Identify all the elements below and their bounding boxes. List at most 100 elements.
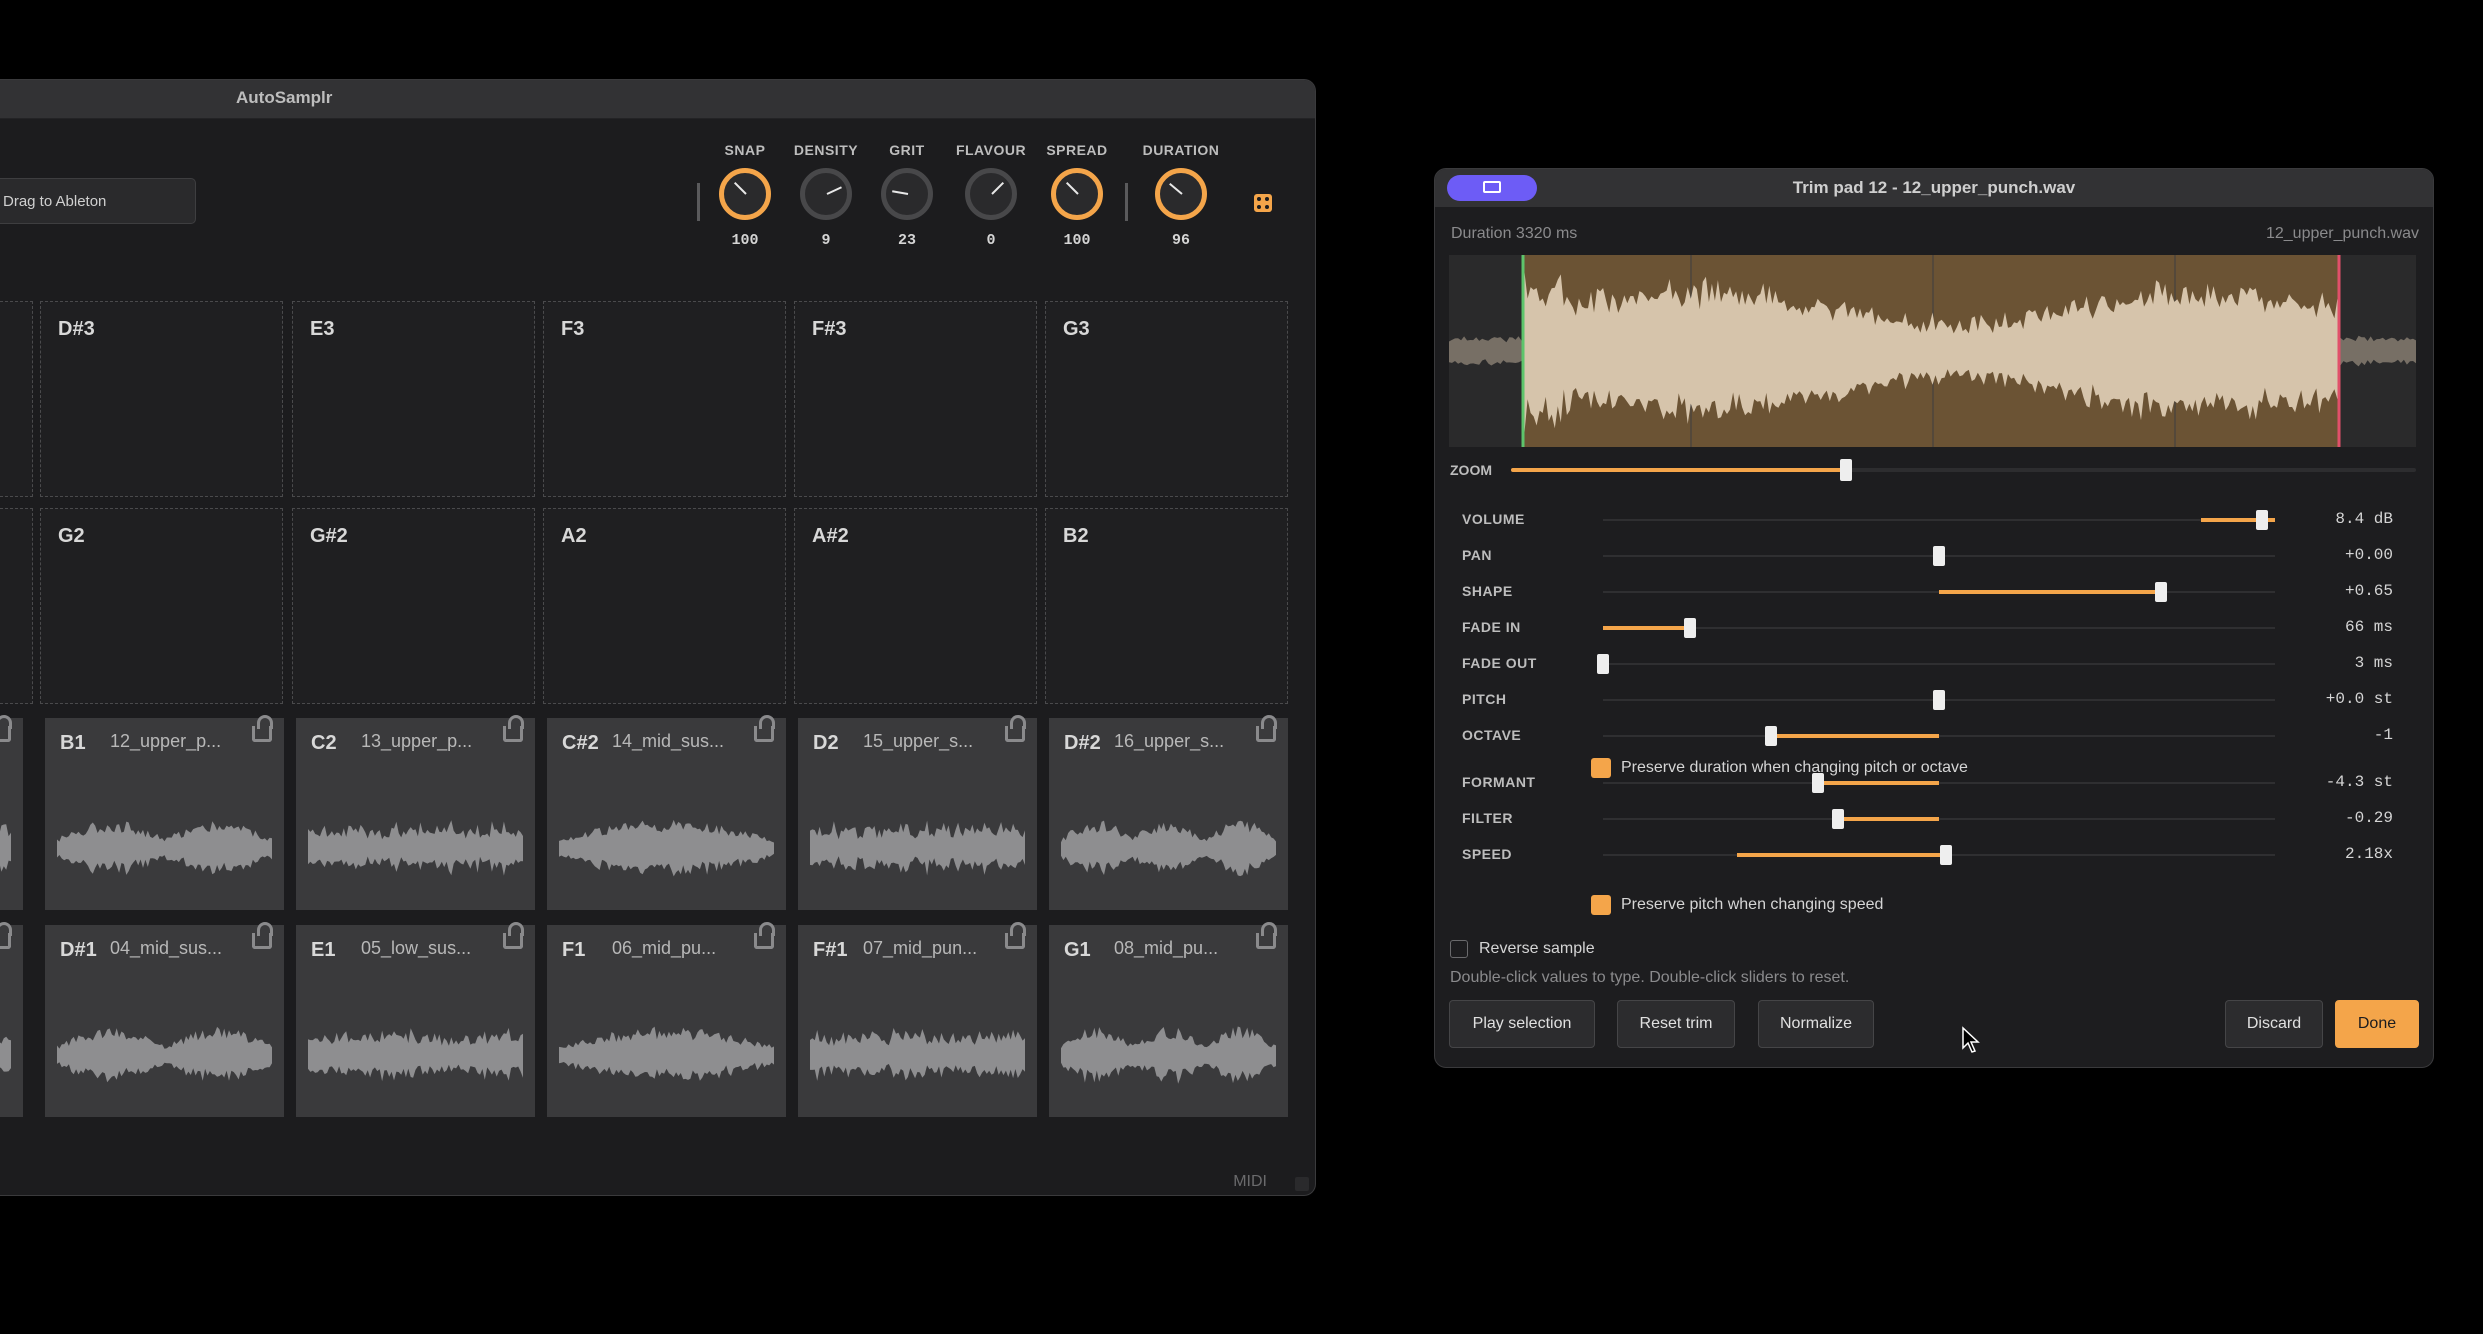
pad-b1[interactable]: B1 12_upper_p... [45, 715, 284, 910]
pad-c2[interactable]: C2 13_upper_p... [296, 715, 535, 910]
pad-empty[interactable] [0, 508, 33, 704]
pad-f1[interactable]: F1 06_mid_pu... [547, 922, 786, 1117]
pad-d#1[interactable]: D#1 04_mid_sus... [45, 922, 284, 1117]
param-value[interactable]: -0.29 [2345, 809, 2393, 827]
volume-slider[interactable] [1603, 510, 2275, 530]
flavour-knob[interactable] [965, 168, 1017, 220]
knob-value[interactable]: 0 [946, 232, 1036, 249]
slider-thumb[interactable] [1684, 618, 1697, 638]
normalize-button[interactable]: Normalize [1758, 1000, 1874, 1048]
param-value[interactable]: 66 ms [2345, 618, 2393, 636]
randomize-dice-icon[interactable] [1254, 194, 1272, 212]
pad-f#1[interactable]: F#1 07_mid_pun... [798, 922, 1037, 1117]
pad-e3[interactable]: E3 [292, 301, 535, 497]
pad-g2[interactable]: G2 [40, 508, 283, 704]
knob-value[interactable]: 96 [1136, 232, 1226, 249]
param-value[interactable]: 8.4 dB [2335, 510, 2393, 528]
param-value[interactable]: -4.3 st [2326, 773, 2393, 791]
knob-spread[interactable]: SPREAD 100 [1032, 142, 1122, 249]
snap-knob[interactable] [719, 168, 771, 220]
param-filter[interactable]: FILTER -0.29 [1435, 804, 2433, 834]
slider-thumb[interactable] [1939, 845, 1952, 865]
trim-titlebar[interactable]: Trim pad 12 - 12_upper_punch.wav [1435, 169, 2433, 207]
pad-g3[interactable]: G3 [1045, 301, 1288, 497]
reset-trim-button[interactable]: Reset trim [1617, 1000, 1735, 1048]
discard-button[interactable]: Discard [2225, 1000, 2323, 1048]
play-selection-button[interactable]: Play selection [1449, 1000, 1595, 1048]
fade-out-slider[interactable] [1597, 654, 2275, 674]
param-shape[interactable]: SHAPE +0.65 [1435, 577, 2433, 607]
knob-density[interactable]: DENSITY 9 [781, 142, 871, 249]
slider-thumb[interactable] [2154, 582, 2167, 602]
slider-thumb[interactable] [1812, 773, 1825, 793]
pad-filled-partial[interactable] [0, 922, 23, 1117]
param-pitch[interactable]: PITCH +0.0 st [1435, 685, 2433, 715]
done-button[interactable]: Done [2335, 1000, 2419, 1048]
lock-icon[interactable] [252, 922, 273, 949]
param-speed[interactable]: SPEED 2.18x [1435, 840, 2433, 870]
lock-icon[interactable] [1005, 922, 1026, 949]
resize-handle[interactable] [1295, 1177, 1309, 1191]
knob-flavour[interactable]: FLAVOUR 0 [946, 142, 1036, 249]
grit-knob[interactable] [881, 168, 933, 220]
knob-value[interactable]: 100 [1032, 232, 1122, 249]
lock-icon[interactable] [1256, 715, 1277, 742]
lock-icon[interactable] [1256, 922, 1277, 949]
knob-grit[interactable]: GRIT 23 [862, 142, 952, 249]
slider-thumb[interactable] [1933, 546, 1945, 566]
duration-knob[interactable] [1155, 168, 1207, 220]
shape-slider[interactable] [1603, 582, 2275, 602]
param-fade-out[interactable]: FADE OUT 3 ms [1435, 649, 2433, 679]
param-volume[interactable]: VOLUME 8.4 dB [1435, 505, 2433, 535]
pad-c#2[interactable]: C#2 14_mid_sus... [547, 715, 786, 910]
trim-waveform[interactable] [1449, 255, 2416, 447]
param-fade-in[interactable]: FADE IN 66 ms [1435, 613, 2433, 643]
pan-slider[interactable] [1603, 546, 2275, 566]
slider-thumb[interactable] [1597, 654, 1609, 674]
knob-duration[interactable]: DURATION 96 [1136, 142, 1226, 249]
pad-e1[interactable]: E1 05_low_sus... [296, 922, 535, 1117]
param-pan[interactable]: PAN +0.00 [1435, 541, 2433, 571]
pad-a#2[interactable]: A#2 [794, 508, 1037, 704]
zoom-thumb[interactable] [1839, 459, 1852, 481]
spread-knob[interactable] [1051, 168, 1103, 220]
param-value[interactable]: 3 ms [2355, 654, 2393, 672]
checkbox-checked[interactable] [1591, 895, 1611, 915]
filter-slider[interactable] [1603, 809, 2275, 829]
main-titlebar[interactable]: AutoSamplr [0, 80, 1315, 119]
knob-value[interactable]: 9 [781, 232, 871, 249]
lock-icon[interactable] [754, 922, 775, 949]
lock-icon[interactable] [1005, 715, 1026, 742]
slider-thumb[interactable] [2255, 510, 2268, 530]
waveform-display[interactable] [1449, 255, 2416, 447]
pitch-slider[interactable] [1603, 690, 2275, 710]
param-value[interactable]: +0.00 [2345, 546, 2393, 564]
param-value[interactable]: 2.18x [2345, 845, 2393, 863]
pad-empty[interactable] [0, 301, 33, 497]
pad-d#2[interactable]: D#2 16_upper_s... [1049, 715, 1288, 910]
pad-g1[interactable]: G1 08_mid_pu... [1049, 922, 1288, 1117]
slider-thumb[interactable] [1933, 690, 1945, 710]
param-value[interactable]: -1 [2374, 726, 2393, 744]
pad-f3[interactable]: F3 [543, 301, 786, 497]
pad-f#3[interactable]: F#3 [794, 301, 1037, 497]
lock-icon[interactable] [754, 715, 775, 742]
lock-icon[interactable] [503, 922, 524, 949]
checkbox-unchecked[interactable] [1450, 940, 1468, 958]
param-value[interactable]: +0.0 st [2326, 690, 2393, 708]
slider-thumb[interactable] [1832, 809, 1845, 829]
pad-a2[interactable]: A2 [543, 508, 786, 704]
pad-d#3[interactable]: D#3 [40, 301, 283, 497]
zoom-slider[interactable] [1511, 459, 2416, 481]
param-formant[interactable]: FORMANT -4.3 st [1435, 768, 2433, 798]
octave-slider[interactable] [1603, 726, 2275, 746]
knob-snap[interactable]: SNAP 100 [700, 142, 790, 249]
drag-to-ableton-button[interactable]: Drag to Ableton [0, 178, 196, 224]
param-value[interactable]: +0.65 [2345, 582, 2393, 600]
speed-slider[interactable] [1603, 845, 2275, 865]
lock-icon[interactable] [0, 922, 12, 949]
formant-slider[interactable] [1603, 773, 2275, 793]
lock-icon[interactable] [0, 715, 12, 742]
knob-value[interactable]: 100 [700, 232, 790, 249]
param-octave[interactable]: OCTAVE -1 [1435, 721, 2433, 751]
